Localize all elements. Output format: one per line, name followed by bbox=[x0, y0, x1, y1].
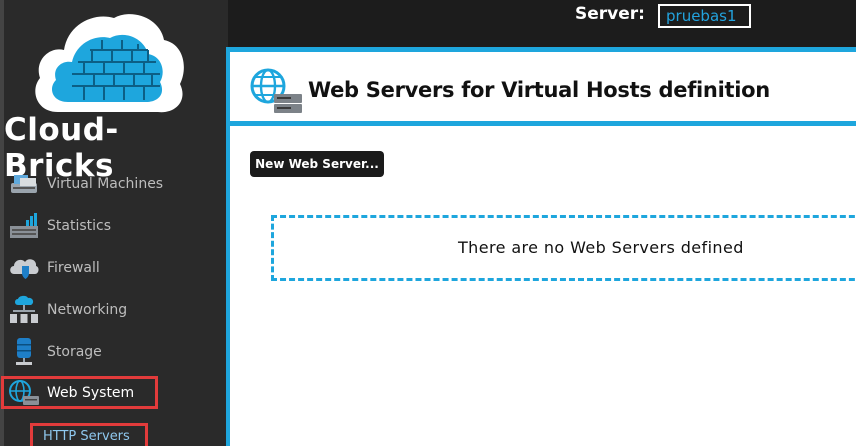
cloud-bricks-logo bbox=[35, 14, 184, 113]
sidebar-item-statistics[interactable]: Statistics bbox=[6, 207, 221, 245]
sidebar: Cloud-Bricks Virtual Machines Statistics… bbox=[0, 0, 228, 446]
sidebar-item-label: Firewall bbox=[47, 260, 100, 276]
sidebar-item-virtual-machines[interactable]: Virtual Machines bbox=[6, 165, 221, 203]
page-title: Web Servers for Virtual Hosts definition bbox=[308, 78, 770, 102]
virtual-machines-icon bbox=[6, 168, 42, 200]
page-header: Web Servers for Virtual Hosts definition bbox=[230, 52, 856, 126]
server-label: Server: bbox=[575, 4, 645, 24]
main-panel: Web Servers for Virtual Hosts definition… bbox=[226, 47, 856, 446]
sidebar-item-firewall[interactable]: Firewall bbox=[6, 249, 221, 287]
web-servers-icon bbox=[250, 68, 302, 113]
networking-icon bbox=[6, 294, 42, 326]
sidebar-item-web-system[interactable]: Web System bbox=[1, 376, 158, 409]
sidebar-subitem-http-servers[interactable]: HTTP Servers bbox=[30, 423, 148, 446]
sidebar-item-label: Networking bbox=[47, 302, 128, 318]
sidebar-item-label: Virtual Machines bbox=[47, 176, 164, 192]
empty-state-message: There are no Web Servers defined bbox=[458, 238, 744, 257]
server-selector[interactable]: pruebas1 bbox=[658, 4, 751, 28]
sidebar-item-label: Statistics bbox=[47, 218, 111, 234]
web-system-icon bbox=[6, 377, 42, 409]
storage-icon bbox=[6, 336, 42, 368]
firewall-icon bbox=[6, 252, 42, 284]
sidebar-item-label: Web System bbox=[47, 384, 135, 401]
sidebar-subitem-label: HTTP Servers bbox=[43, 429, 130, 444]
empty-state-box: There are no Web Servers defined bbox=[271, 215, 856, 281]
new-web-server-button[interactable]: New Web Server... bbox=[250, 151, 384, 177]
statistics-icon bbox=[6, 210, 42, 242]
sidebar-item-storage[interactable]: Storage bbox=[6, 333, 221, 371]
sidebar-item-networking[interactable]: Networking bbox=[6, 291, 221, 329]
sidebar-item-label: Storage bbox=[47, 344, 102, 360]
